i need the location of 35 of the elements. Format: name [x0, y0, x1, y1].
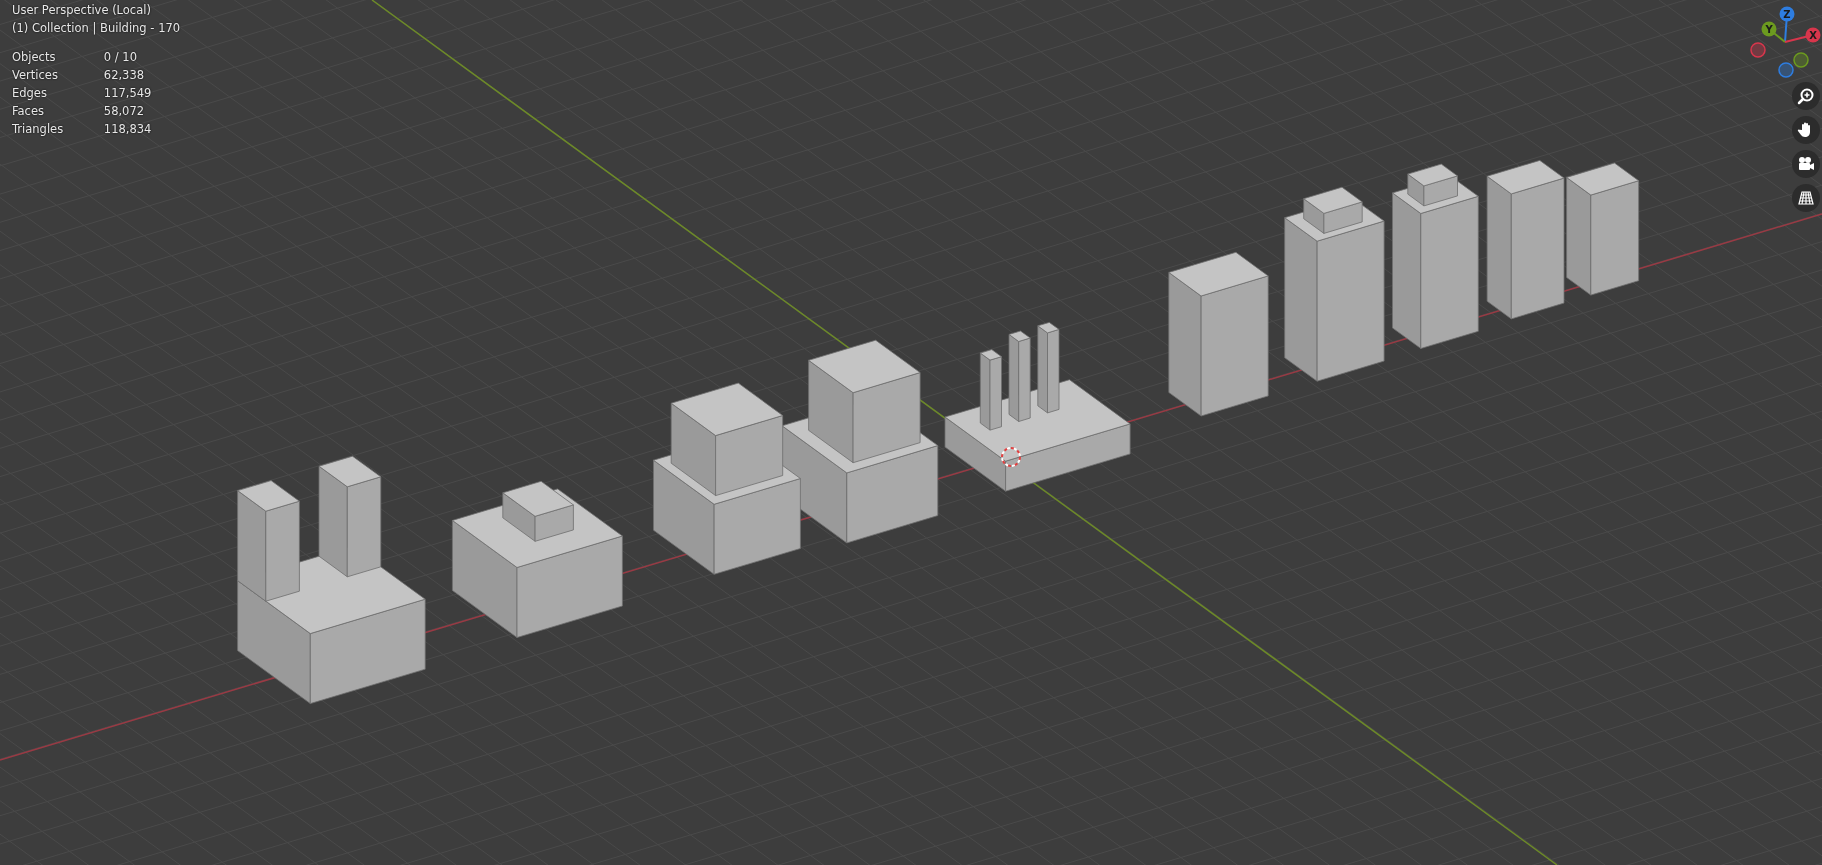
- building-drawing[interactable]: [452, 480, 623, 638]
- building-drawing[interactable]: [653, 382, 801, 575]
- stat-label: Faces: [12, 103, 45, 120]
- building-drawing[interactable]: [1486, 160, 1565, 320]
- axis-label: X: [1809, 30, 1817, 41]
- building-drawing[interactable]: [1392, 163, 1479, 349]
- grid-view-button[interactable]: [1792, 184, 1820, 212]
- pan-button[interactable]: [1792, 116, 1820, 144]
- stat-label: Objects: [12, 49, 57, 66]
- stat-value: 0 / 10: [103, 49, 138, 66]
- building-drawing[interactable]: [237, 455, 426, 704]
- stat-value: 117,549: [103, 85, 153, 102]
- zoom-icon: [1797, 87, 1815, 105]
- building-drawing[interactable]: [781, 339, 939, 544]
- crosshair-icon: [1001, 447, 1021, 467]
- stat-label: Triangles: [12, 121, 65, 138]
- view-name: User Perspective (Local): [12, 2, 152, 19]
- axis-label: Y: [1765, 24, 1773, 35]
- axis-gizmo[interactable]: Z Y X: [1750, 6, 1821, 78]
- viewport[interactable]: Z Y X User Perspective (Local) (1) Collection | Building - 170 Objects 0 / 10 Vertices 62,338 Edges 117,549 Faces 58,072 Triangles 118,834: [0, 0, 1822, 865]
- grid-icon: [1797, 189, 1815, 207]
- zoom-button[interactable]: [1792, 82, 1820, 110]
- stat-value: 58,072: [103, 103, 146, 120]
- camera-button[interactable]: [1792, 150, 1820, 178]
- building-drawing[interactable]: [1168, 251, 1269, 417]
- collection-label: (1) Collection | Building - 170: [12, 20, 181, 37]
- camera-icon: [1797, 155, 1815, 173]
- stat-value: 118,834: [103, 121, 153, 138]
- stat-label: Vertices: [12, 67, 59, 84]
- stat-label: Edges: [12, 85, 48, 102]
- building-drawing[interactable]: [1566, 162, 1640, 296]
- building-drawing[interactable]: [1284, 186, 1385, 382]
- building-drawing[interactable]: [944, 322, 1131, 492]
- axis-label: Z: [1783, 9, 1791, 20]
- stat-value: 62,338: [103, 67, 146, 84]
